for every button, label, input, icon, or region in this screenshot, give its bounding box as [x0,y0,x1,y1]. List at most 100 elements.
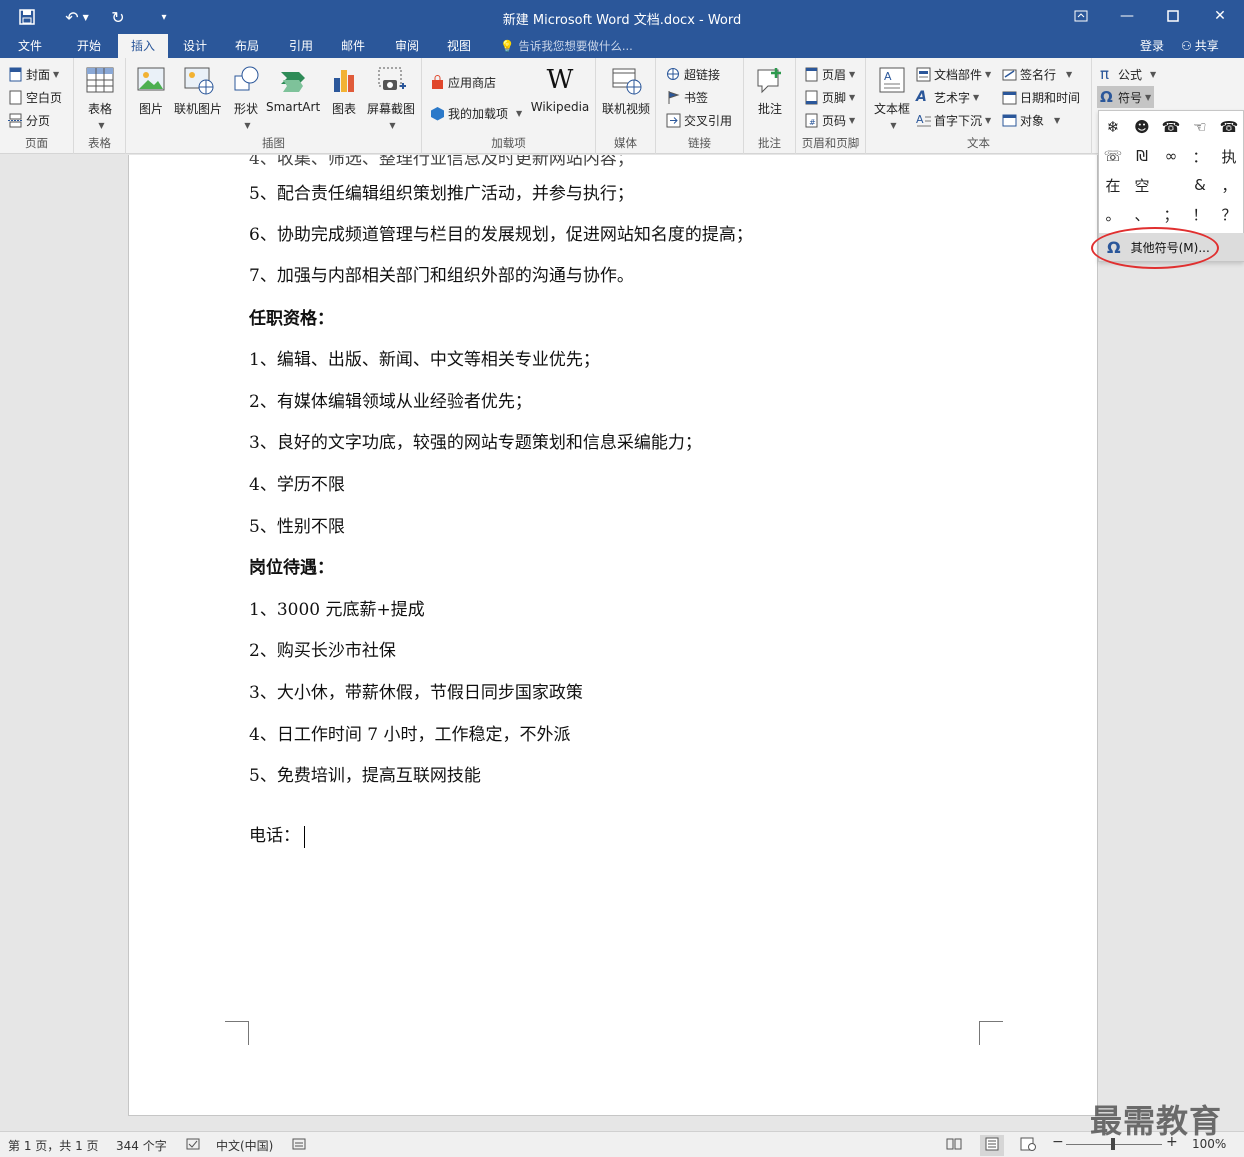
equation-button[interactable]: π 公式 ▼ [1100,64,1156,84]
header-button[interactable]: 页眉 ▼ [804,64,855,84]
page-break-button[interactable]: 分页 [8,110,50,130]
proofing-icon[interactable] [186,1137,200,1154]
symbol-cell[interactable]: 在 [1099,171,1127,199]
tell-me-box[interactable]: 💡 告诉我您想要做什么... [500,34,633,58]
symbol-cell[interactable]: 执 [1215,142,1243,170]
symbol-cell[interactable]: ： [1186,142,1214,170]
page-number-button[interactable]: # 页码 ▼ [804,110,855,130]
maximize-icon[interactable] [1158,4,1188,28]
comment-label: 批注 [757,102,782,116]
store-button[interactable]: 应用商店 [430,72,496,92]
symbol-cell[interactable]: ☎ [1215,113,1243,141]
table-button[interactable]: 表格 ▼ [80,64,120,131]
picture-button[interactable]: 图片 [130,64,172,117]
chevron-down-icon: ▼ [98,121,105,130]
chevron-down-icon: ▼ [849,69,856,79]
more-symbols-button[interactable]: Ω 其他符号(M)... [1099,233,1244,261]
symbol-cell[interactable]: ， [1215,171,1243,199]
screenshot-button[interactable]: 屏幕截图 ▼ [364,64,418,131]
symbol-dropdown: ❄ ☻ ☎ ☜ ☎ ☏ ₪ ∞ ： 执 在 空 & ， 。 、 ； ！ ？ Ω … [1098,110,1244,262]
comment-icon [754,64,786,96]
tab-review[interactable]: 审阅 [384,34,430,58]
document-area: 4、收集、筛选、整理行业信息及时更新网站内容； 5、配合责任编辑组织策划推广活动… [0,155,1098,1131]
pi-icon: π [1100,64,1110,83]
symbol-cell[interactable]: 空 [1128,171,1156,199]
symbol-cell[interactable]: ☜ [1186,113,1214,141]
symbol-button[interactable]: Ω 符号 ▼ [1097,86,1155,108]
document-page[interactable]: 4、收集、筛选、整理行业信息及时更新网站内容； 5、配合责任编辑组织策划推广活动… [128,155,1098,1116]
quick-parts-button[interactable]: 文档部件 ▼ [916,64,991,84]
smartart-button[interactable]: SmartArt [266,64,320,114]
symbol-cell[interactable]: ； [1157,200,1185,228]
wikipedia-icon: W [546,65,574,95]
symbol-cell[interactable]: ？ [1215,200,1243,228]
online-video-button[interactable]: 联机视频 [600,64,652,117]
tab-file[interactable]: 文件 [8,34,52,58]
footer-button[interactable]: 页脚 ▼ [804,87,855,107]
quick-parts-label: 文档部件 [934,67,983,82]
print-layout-icon[interactable] [980,1135,1004,1156]
symbol-cell[interactable]: 、 [1128,200,1156,228]
signature-line-button[interactable]: 签名行 ▼ [1002,64,1072,84]
wordart-button[interactable]: A 艺术字 ▼ [916,87,979,107]
dropcap-button[interactable]: A 首字下沉 ▼ [916,110,991,130]
wikipedia-button[interactable]: W Wikipedia [528,64,592,114]
page-count[interactable]: 第 1 页，共 1 页 [8,1137,99,1154]
picture-icon [135,64,167,96]
group-label-tables: 表格 [88,136,111,150]
symbol-cell[interactable]: ☻ [1128,113,1156,141]
my-addins-button[interactable]: 我的加载项 ▼ [430,103,522,123]
symbol-cell[interactable]: ☎ [1157,113,1185,141]
macro-icon[interactable] [292,1137,306,1154]
cross-reference-button[interactable]: 交叉引用 [666,110,732,130]
word-count[interactable]: 344 个字 [116,1137,167,1154]
ribbon-tabs: 文件 开始 插入 设计 布局 引用 邮件 审阅 视图 💡 告诉我您想要做什么...… [0,34,1244,58]
symbol-cell[interactable]: & [1186,171,1214,199]
date-time-button[interactable]: 日期和时间 [1002,87,1080,107]
object-button[interactable]: 对象 ▼ [1002,110,1060,130]
comment-button[interactable]: 批注 [750,64,790,117]
tab-view[interactable]: 视图 [436,34,482,58]
symbol-cell[interactable]: ☏ [1099,142,1127,170]
zoom-out-button[interactable]: − [1052,1134,1064,1150]
symbol-cell[interactable]: 。 [1099,200,1127,228]
tab-insert[interactable]: 插入 [118,34,168,58]
cover-page-button[interactable]: 封面 ▼ [8,64,59,84]
login-link[interactable]: 登录 [1140,34,1164,58]
tab-design[interactable]: 设计 [172,34,218,58]
tab-home[interactable]: 开始 [66,34,112,58]
close-icon[interactable]: ✕ [1205,4,1235,28]
online-picture-button[interactable]: 联机图片 [172,64,224,117]
symbol-cell[interactable]: ！ [1186,200,1214,228]
ribbon-display-icon[interactable] [1066,4,1096,28]
cross-reference-icon [666,113,681,128]
tab-mailings[interactable]: 邮件 [330,34,376,58]
chart-button[interactable]: 图表 [324,64,364,117]
chevron-down-icon: ▼ [973,92,980,102]
text-cursor [304,825,305,848]
symbol-cell[interactable]: ₪ [1128,142,1156,170]
document-line: 2、购买长沙市社保 [249,641,396,661]
phone-label: 电话： [249,826,300,846]
shapes-button[interactable]: 形状 ▼ [226,64,266,131]
read-mode-icon[interactable] [946,1137,962,1154]
bookmark-button[interactable]: 书签 [666,87,708,107]
blank-page-button[interactable]: 空白页 [8,87,62,107]
symbol-cell[interactable]: ∞ [1157,142,1185,170]
minimize-icon[interactable]: — [1112,4,1142,28]
status-bar: 第 1 页，共 1 页 344 个字 中文(中国) − + 100% [0,1131,1244,1157]
symbol-cell[interactable] [1157,171,1185,199]
document-line: 7、加强与内部相关部门和组织外部的沟通与协作。 [249,266,634,286]
hyperlink-button[interactable]: 超链接 [666,64,720,84]
textbox-button[interactable]: A 文本框 ▼ [870,64,914,131]
tab-references[interactable]: 引用 [278,34,324,58]
group-label-text: 文本 [967,136,990,150]
tab-layout[interactable]: 布局 [224,34,270,58]
chevron-down-icon: ▼ [1066,69,1073,79]
group-header-footer: 页眉 ▼ 页脚 ▼ # 页码 ▼ 页眉和页脚 [796,58,866,154]
share-button[interactable]: ⚇ 共享 [1175,34,1235,58]
cover-page-icon [8,67,23,82]
web-layout-icon[interactable] [1020,1137,1036,1154]
language-indicator[interactable]: 中文(中国) [216,1137,273,1154]
symbol-cell[interactable]: ❄ [1099,113,1127,141]
